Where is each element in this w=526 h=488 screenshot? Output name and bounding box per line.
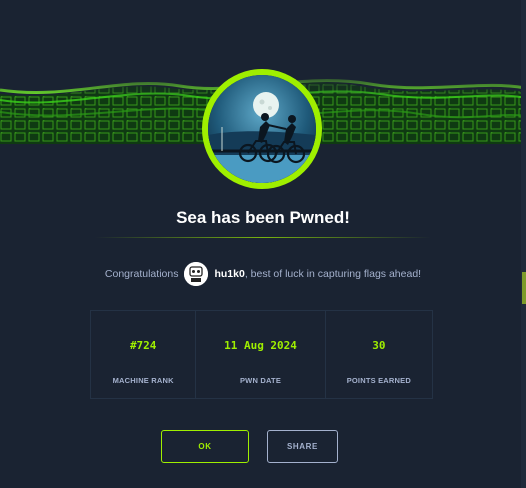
pwned-modal: Sea has been Pwned! Congratulations hu1k… [0, 0, 526, 488]
congrats-message: Congratulations hu1k0 , best of luck in … [0, 262, 526, 286]
pwn-date-value: 11 Aug 2024 [224, 339, 297, 352]
machine-avatar [202, 69, 322, 189]
username-link[interactable]: hu1k0 [214, 268, 244, 280]
stat-machine-rank: #724 MACHINE RANK [91, 311, 195, 398]
stat-points-earned: 30 POINTS EARNED [324, 311, 432, 398]
user-avatar-icon[interactable] [184, 262, 209, 286]
congrats-prefix: Congratulations [104, 268, 179, 280]
cyclists-moon-icon [208, 75, 316, 183]
stat-pwn-date: 11 Aug 2024 PWN DATE [195, 311, 324, 398]
ok-button[interactable]: OK [161, 430, 249, 463]
pwned-title: Sea has been Pwned! [176, 208, 350, 227]
congrats-suffix: , best of luck in capturing flags ahead! [244, 268, 422, 280]
stats-panel: #724 MACHINE RANK 11 Aug 2024 PWN DATE 3… [90, 310, 433, 399]
title-divider [95, 237, 431, 238]
pwn-date-label: PWN DATE [239, 376, 282, 385]
scrollbar-thumb[interactable] [522, 272, 526, 304]
machine-rank-label: MACHINE RANK [112, 376, 174, 385]
share-button[interactable]: SHARE [267, 430, 338, 463]
points-earned-label: POINTS EARNED [346, 376, 411, 385]
machine-rank-value: #724 [129, 339, 157, 352]
scrollbar-track[interactable] [521, 0, 526, 488]
points-earned-value: 30 [372, 339, 386, 352]
